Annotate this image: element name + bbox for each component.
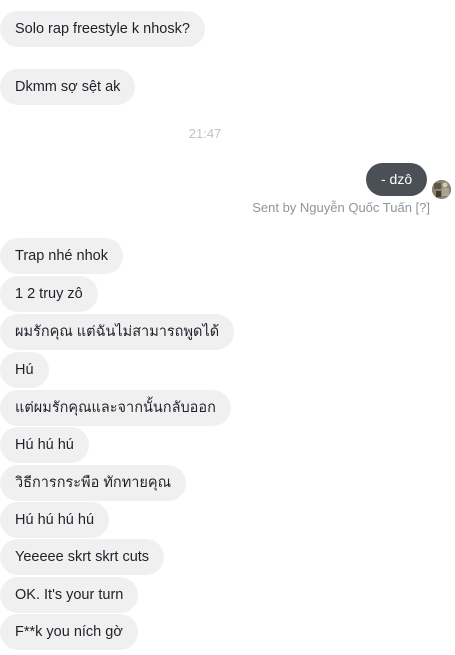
message-bubble-incoming[interactable]: Yeeeee skrt skrt cuts [0,539,165,575]
message-bubble-incoming[interactable]: วิธีการกระพือ ทักทายคุณ [0,465,187,501]
message-bubble-incoming[interactable]: F**k you ních gờ [0,614,138,650]
message-bubble-incoming[interactable]: Dkmm sợ sệt ak [0,69,136,105]
message-timestamp: 21:47 [188,126,222,141]
message-bubble-incoming[interactable]: Solo rap freestyle k nhosk? [0,11,205,47]
message-bubble-incoming[interactable]: OK. It's your turn [0,577,139,613]
message-bubble-incoming[interactable]: ผมรักคุณ แต่ฉันไม่สามารถพูดได้ [0,314,235,350]
message-bubble-incoming[interactable]: Trap nhé nhok [0,238,123,274]
message-bubble-incoming[interactable]: Hú [0,352,49,388]
message-bubble-incoming[interactable]: 1 2 truy zô [0,276,98,312]
sent-by-caption: Sent by Nguyễn Quốc Tuấn [?] [252,200,430,215]
message-bubble-incoming[interactable]: Hú hú hú [0,427,89,463]
avatar-image [432,180,451,199]
message-bubble-outgoing[interactable]: - dzô [366,163,428,196]
message-bubble-incoming[interactable]: Hú hú hú hú [0,502,110,538]
message-bubble-incoming[interactable]: แต่ผมรักคุณและจากนั้นกลับออก [0,390,231,426]
user-avatar-photo[interactable] [432,180,451,199]
